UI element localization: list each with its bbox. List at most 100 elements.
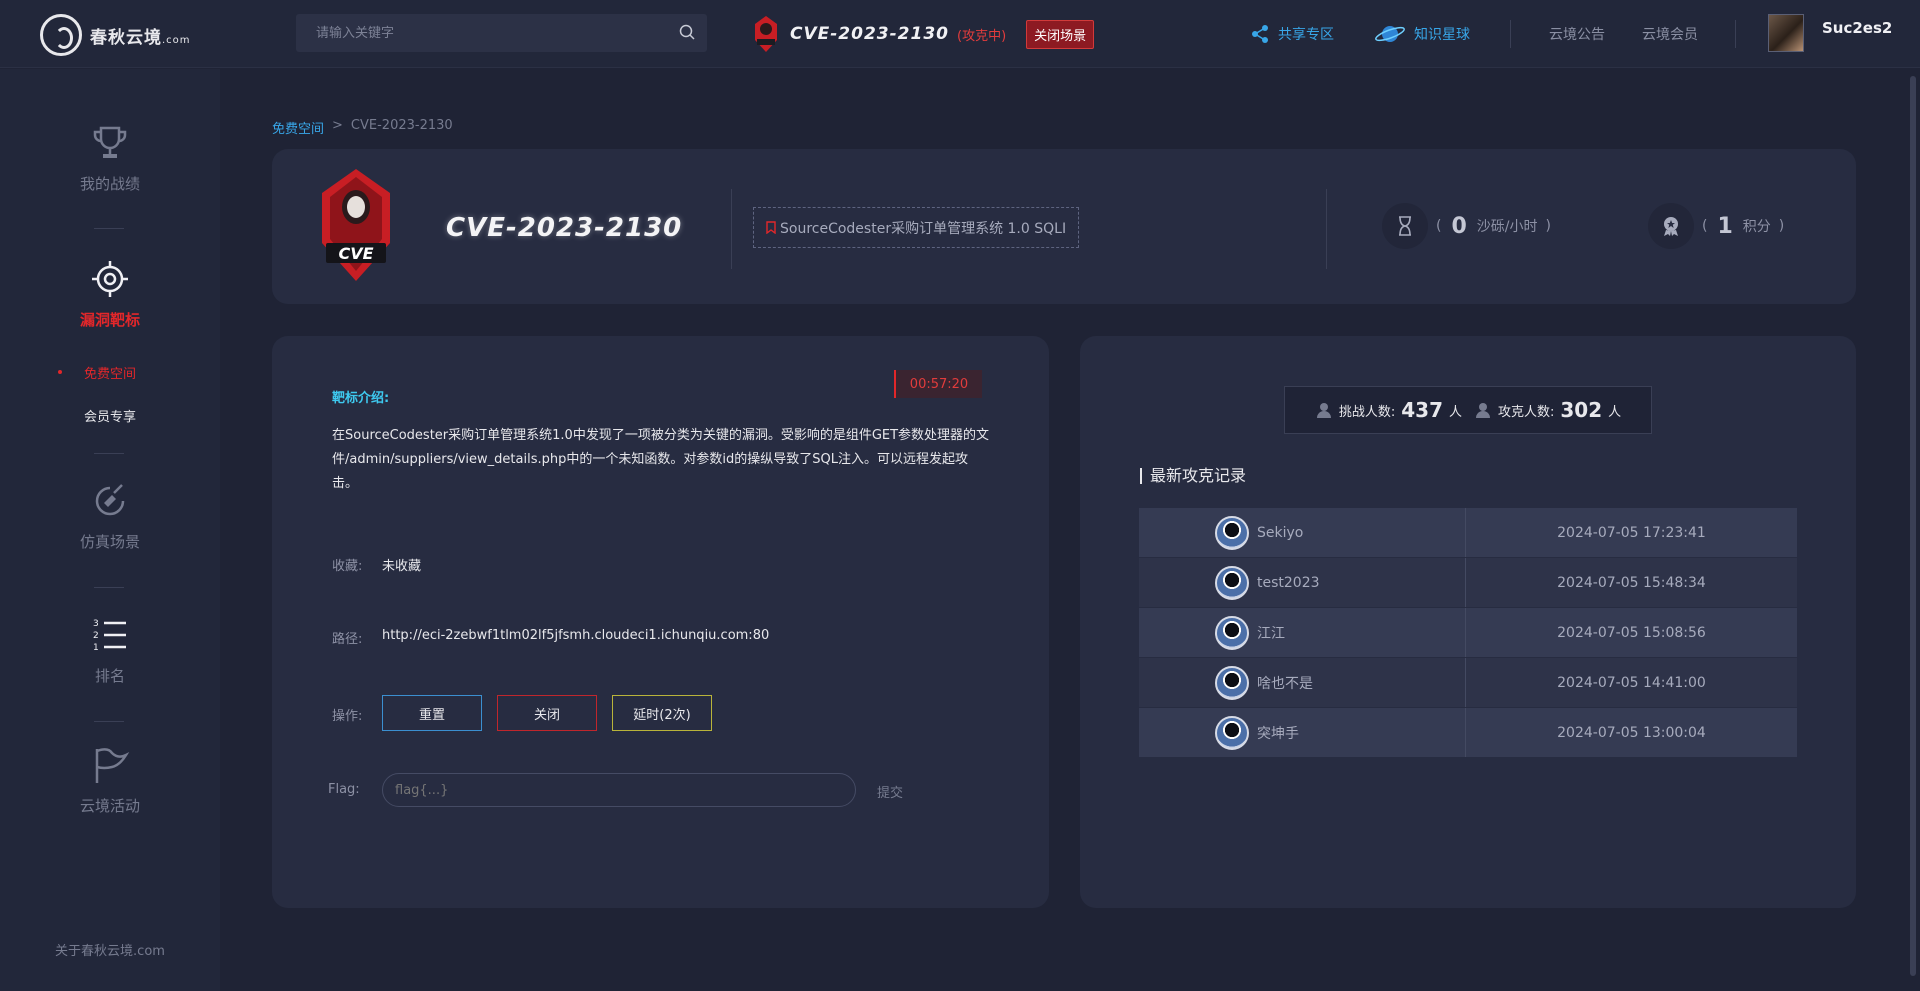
sidebar-subitem-member[interactable]: 会员专享 bbox=[0, 406, 220, 425]
target-header-card: CVE CVE-2023-2130 SourceCodester采购订单管理系统… bbox=[272, 149, 1856, 304]
username: Suc2es2 bbox=[1822, 19, 1893, 37]
search-input[interactable] bbox=[296, 14, 707, 52]
record-user: Sekiyo bbox=[1257, 524, 1304, 541]
avatar bbox=[1215, 715, 1249, 750]
breadcrumb-current: CVE-2023-2130 bbox=[350, 118, 453, 133]
avatar bbox=[1215, 615, 1249, 650]
solvers-value: 302 bbox=[1560, 398, 1603, 422]
record-time: 2024-07-05 13:00:04 bbox=[1557, 724, 1706, 741]
record-time: 2024-07-05 15:08:56 bbox=[1557, 624, 1706, 641]
vuln-name-tag: SourceCodester采购订单管理系统 1.0 SQLI bbox=[753, 207, 1080, 248]
favorite-toggle[interactable]: 未收藏 bbox=[382, 555, 421, 574]
user-menu[interactable]: Suc2es2 bbox=[1768, 14, 1892, 52]
avatar bbox=[1215, 565, 1249, 600]
hourglass-icon bbox=[1382, 203, 1428, 249]
bookmark-icon bbox=[766, 221, 776, 234]
target-detail-card: 00:57:20 靶标介绍: 在SourceCodester采购订单管理系统1.… bbox=[272, 336, 1049, 908]
table-row: 啥也不是 2024-07-05 14:41:00 bbox=[1139, 658, 1797, 708]
sidebar-divider bbox=[94, 453, 124, 454]
table-row: 江江 2024-07-05 15:08:56 bbox=[1139, 608, 1797, 658]
logo-name: 春秋云境 bbox=[90, 27, 162, 48]
sidebar: 我的战绩 漏洞靶标 免费空间 会员专享 仿真场景 3 2 1 排名 云境活动 关于春… bbox=[0, 69, 220, 991]
target-title: CVE-2023-2130 bbox=[446, 213, 683, 243]
reset-button[interactable]: 重置 bbox=[382, 695, 482, 731]
records-title: 最新攻克记录 bbox=[1140, 468, 1246, 484]
submit-button[interactable]: 提交 bbox=[877, 782, 903, 801]
solvers-label: 攻克人数: bbox=[1498, 404, 1555, 420]
nav-member[interactable]: 云境会员 bbox=[1642, 0, 1698, 68]
sidebar-item-activity-label: 云境活动 bbox=[79, 797, 140, 815]
search-icon[interactable] bbox=[679, 24, 695, 40]
challengers-unit: 人 bbox=[1448, 404, 1462, 420]
avatar bbox=[1215, 515, 1249, 550]
sidebar-item-activity[interactable]: 云境活动 bbox=[0, 745, 220, 816]
operation-label: 操作: bbox=[332, 709, 363, 724]
nav-share[interactable]: 共享专区 bbox=[1250, 0, 1334, 68]
nav-notice[interactable]: 云境公告 bbox=[1549, 0, 1605, 68]
sand-rate-unit: 沙砾/小时 bbox=[1476, 219, 1538, 235]
about-link[interactable]: 关于春秋云境.com bbox=[0, 940, 220, 959]
page-scrollbar[interactable] bbox=[1910, 76, 1916, 976]
sidebar-item-ranking[interactable]: 3 2 1 排名 bbox=[0, 615, 220, 686]
extend-button[interactable]: 延时(2次) bbox=[612, 695, 712, 731]
sidebar-divider bbox=[94, 228, 124, 229]
share-icon bbox=[1252, 25, 1268, 43]
path-url[interactable]: http://eci-2zebwf1tlm02lf5jfsmh.cloudeci… bbox=[382, 628, 769, 643]
table-row: 突坤手 2024-07-05 13:00:04 bbox=[1139, 708, 1797, 758]
close-scene-button[interactable]: 关闭场景 bbox=[1026, 19, 1095, 49]
points-value: 1 bbox=[1717, 213, 1733, 239]
person-icon bbox=[1316, 403, 1331, 418]
record-time: 2024-07-05 17:23:41 bbox=[1557, 524, 1706, 541]
top-bar: 春秋云境.com CVE-2023-2130 (攻克中) 关闭场景 共享专区 知… bbox=[0, 0, 1920, 68]
simulation-icon bbox=[95, 484, 125, 516]
sidebar-item-targets-label: 漏洞靶标 bbox=[79, 311, 140, 329]
sidebar-item-targets[interactable]: 漏洞靶标 bbox=[0, 259, 220, 330]
favorite-label: 收藏: bbox=[332, 559, 363, 574]
search-box bbox=[296, 14, 707, 52]
cve-hacker-badge-icon: CVE bbox=[322, 169, 390, 281]
sidebar-item-ranking-label: 排名 bbox=[94, 667, 125, 685]
flag-label: Flag: bbox=[328, 782, 360, 797]
person-icon bbox=[1476, 403, 1490, 418]
svg-text:3: 3 bbox=[93, 619, 99, 629]
sidebar-item-simulation[interactable]: 仿真场景 bbox=[0, 481, 220, 552]
breadcrumb: 免费空间 > CVE-2023-2130 bbox=[272, 118, 453, 137]
sand-rate-stat: ( 0 沙砾/小时 ) bbox=[1382, 203, 1551, 249]
sidebar-subitem-free[interactable]: 免费空间 bbox=[0, 363, 220, 382]
points-close: ) bbox=[1778, 218, 1785, 234]
sidebar-divider bbox=[94, 587, 124, 588]
points-stat: ( 1 积分 ) bbox=[1648, 203, 1784, 249]
nav-member-label: 云境会员 bbox=[1642, 27, 1698, 43]
ranking-list-icon: 3 2 1 bbox=[93, 619, 126, 653]
sidebar-item-simulation-label: 仿真场景 bbox=[79, 533, 140, 551]
nav-share-label: 共享专区 bbox=[1278, 27, 1334, 43]
header-divider bbox=[1326, 189, 1327, 269]
svg-text:1: 1 bbox=[93, 643, 99, 653]
record-user: 突坤手 bbox=[1257, 725, 1299, 742]
records-table: Sekiyo 2024-07-05 17:23:41 test2023 2024… bbox=[1139, 508, 1797, 758]
scene-status: (攻克中) bbox=[957, 28, 1007, 44]
path-label: 路径: bbox=[332, 632, 363, 647]
participation-counter: 挑战人数: 437 人 攻克人数: 302 人 bbox=[1284, 386, 1652, 434]
logo-text: 春秋云境.com bbox=[90, 23, 191, 48]
site-logo[interactable]: 春秋云境.com bbox=[40, 14, 191, 56]
svg-text:CVE: CVE bbox=[338, 244, 373, 263]
svg-text:2: 2 bbox=[93, 631, 99, 641]
logo-icon bbox=[40, 14, 82, 56]
nav-notice-label: 云境公告 bbox=[1549, 27, 1605, 43]
breadcrumb-root[interactable]: 免费空间 bbox=[272, 118, 324, 137]
nav-divider-2 bbox=[1735, 0, 1736, 68]
sidebar-item-record[interactable]: 我的战绩 bbox=[0, 123, 220, 194]
flag-icon bbox=[95, 748, 130, 783]
nav-knowledge[interactable]: 知识星球 bbox=[1374, 0, 1470, 68]
medal-icon bbox=[1648, 203, 1694, 249]
challengers-label: 挑战人数: bbox=[1338, 404, 1396, 420]
sidebar-divider bbox=[94, 721, 124, 722]
flag-input[interactable] bbox=[382, 773, 856, 807]
active-dot bbox=[58, 370, 62, 374]
record-time: 2024-07-05 15:48:34 bbox=[1557, 574, 1706, 591]
sidebar-item-record-label: 我的战绩 bbox=[79, 175, 140, 193]
close-button[interactable]: 关闭 bbox=[497, 695, 597, 731]
record-user: 江江 bbox=[1257, 625, 1285, 642]
scene-title: CVE-2023-2130 bbox=[790, 24, 949, 44]
